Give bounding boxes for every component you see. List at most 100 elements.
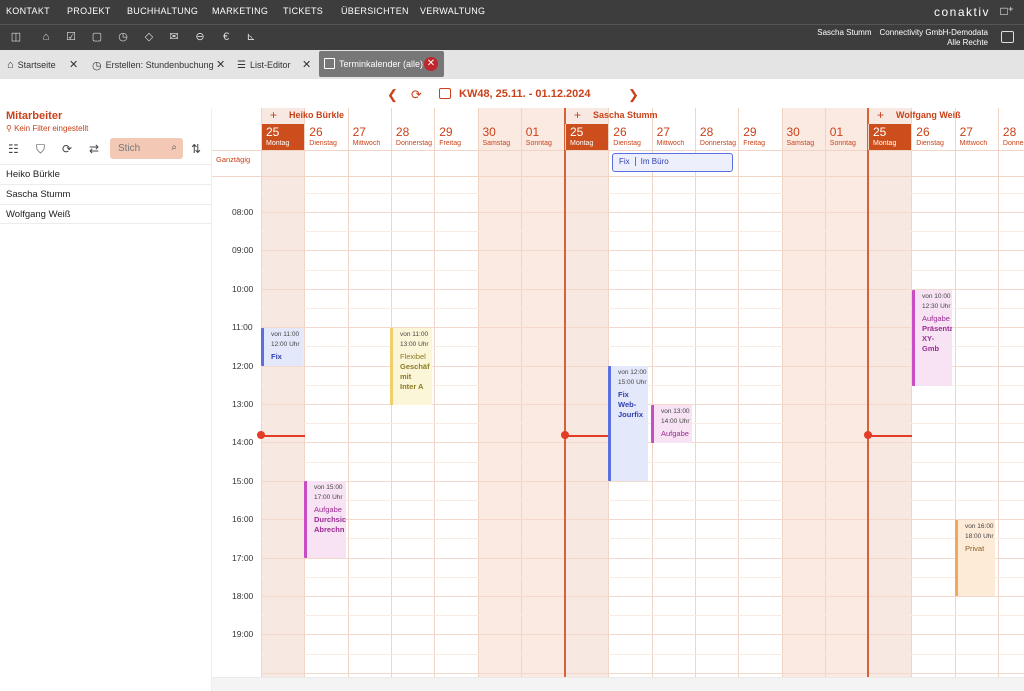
day-header[interactable]: 28Donnerstag [694,124,738,150]
filter-icon[interactable]: ⛉ [36,142,45,157]
weekday-label: Sonntag [525,140,552,147]
day-header[interactable]: 29 Freitag [434,124,477,150]
day-header[interactable]: 30 Samstag [781,124,825,150]
day-header[interactable]: 01 Sonntag [520,124,564,150]
weekday-label: Montag [266,140,290,147]
calendar-event[interactable]: von 11:00 13:00 Uhr Flexibel Geschäf mit… [390,328,432,405]
sort-icon[interactable]: ⇅ [191,142,201,156]
day-number: 29 [439,125,453,139]
day-header[interactable]: 25 Montag [868,124,911,150]
car-icon[interactable]: ⊖ [193,30,207,44]
day-number: 27 [656,125,670,139]
day-header[interactable]: 28Donnerstag [390,124,434,150]
resource-name: Sascha Stumm [593,110,658,120]
event-end: 18:00 Uhr [965,533,994,540]
day-header[interactable]: 25 Montag [565,124,608,150]
swap-icon[interactable]: ⇄ [89,142,99,156]
search-icon[interactable]: ⌕ [171,142,177,153]
tab-startseite[interactable]: ⌂ Startseite [7,53,56,77]
time-label: 16:00 [232,514,254,525]
chart-icon[interactable]: ⊾ [244,30,258,44]
calendar-picker-icon[interactable] [439,88,451,99]
mail-icon[interactable]: ✉ [167,30,181,44]
close-icon[interactable]: ✕ [302,58,311,71]
week-navigation: ❮ ⟳ KW48, 25.11. - 01.12.2024 ❯ [0,80,1024,108]
chevron-left-icon[interactable]: ❮ [387,87,398,103]
nav-kontakt[interactable]: KONTAKT [6,6,50,16]
nav-verwaltung[interactable]: VERWALTUNG [420,6,485,16]
add-event-icon[interactable]: + [877,108,884,122]
nav-uebersichten[interactable]: ÜBERSICHTEN [341,6,409,16]
calendar-event[interactable]: von 10:00 12:30 Uhr Aufgabe Präsenta XY-… [912,290,952,386]
add-event-icon[interactable]: + [574,108,581,122]
notification-icon[interactable]: □⁺ [1000,4,1014,18]
hour-line [261,327,1024,329]
day-header[interactable]: 28Donnerstag [997,124,1024,150]
time-label: 08:00 [232,207,254,217]
resource-divider [564,108,566,678]
day-header[interactable]: 30 Samstag [477,124,521,150]
calendar-event[interactable]: von 13:00 14:00 Uhr Aufgabe [651,405,692,443]
tab-label: Terminkalender (alle) [339,59,424,69]
tab-stundenbuchung[interactable]: ◷ Erstellen: Stundenbuchung [92,53,214,77]
calendar-event[interactable]: von 15:00 17:00 Uhr Aufgabe Durchsic Abr… [304,481,346,558]
weekday-label: Sonntag [829,140,856,147]
close-icon[interactable]: ✕ [216,58,225,71]
list-view-icon[interactable]: ☷ [8,142,19,156]
weekday-label: Donnerstag [1002,140,1024,147]
event-end: 13:00 Uhr [400,341,429,348]
refresh-icon[interactable]: ⟳ [62,142,72,156]
employee-item[interactable]: Sascha Stumm [0,184,212,204]
calendar-event[interactable]: von 12:00 15:00 Uhr Fix Web-Jourfix [608,366,648,481]
weekday-label: Montag [570,140,594,147]
checklist-icon[interactable]: ☑ [64,30,78,44]
event-title: Geschäf mit Inter A [400,362,430,391]
add-event-icon[interactable]: + [270,108,277,122]
allday-event[interactable]: Fix Im Büro [612,153,733,172]
nav-tickets[interactable]: TICKETS [283,6,323,16]
week-label[interactable]: KW48, 25.11. - 01.12.2024 [459,88,590,100]
nav-marketing[interactable]: MARKETING [212,6,268,16]
time-label: 15:00 [232,475,254,486]
document-icon[interactable]: ▢ [90,30,104,44]
hour-line [261,288,1024,290]
sidebar-toggle-icon[interactable]: ◫ [9,30,23,44]
day-header[interactable]: 01 Sonntag [824,124,868,150]
half-hour-line [261,615,1024,617]
day-header[interactable]: 27 Mittwoch [954,124,998,150]
horizontal-scrollbar[interactable] [212,677,1024,691]
tab-list-editor[interactable]: ☰ List-Editor [237,53,290,77]
day-header[interactable]: 27 Mittwoch [651,124,695,150]
filter-status[interactable]: ⚲ Kein Filter eingestellt [6,124,88,133]
half-hour-line [261,269,1024,271]
weekday-label: Dienstag [309,140,337,147]
day-header[interactable]: 25 Montag [261,124,304,150]
calendar-event[interactable]: von 16:00 18:00 Uhr Privat [955,520,995,596]
refresh-icon[interactable]: ⟳ [411,87,422,103]
hour-line [261,634,1024,636]
search-input[interactable] [118,141,163,156]
right-panel-icon[interactable] [1001,31,1014,43]
day-header[interactable]: 26 Dienstag [911,124,954,150]
close-icon[interactable]: ✕ [69,58,78,71]
day-header[interactable]: 27 Mittwoch [347,124,391,150]
day-header[interactable]: 26 Dienstag [608,124,651,150]
nav-projekt[interactable]: PROJEKT [67,6,111,16]
stopwatch-icon[interactable]: ◷ [116,30,130,44]
euro-icon[interactable]: € [219,30,233,44]
chevron-right-icon[interactable]: ❯ [628,87,639,103]
employee-item[interactable]: Wolfgang Weiß [0,204,212,224]
day-header[interactable]: 26 Dienstag [304,124,347,150]
calendar-event[interactable]: von 11:00 12:00 Uhr Fix [261,328,303,366]
user-info[interactable]: Sascha Stumm Connectivity GmbH-Demodata A… [817,28,988,48]
nav-buchhaltung[interactable]: BUCHHALTUNG [127,6,198,16]
hour-line [261,519,1024,521]
event-type: Flexibel [400,352,426,361]
close-icon[interactable]: ✕ [424,57,438,71]
top-navigation: KONTAKT PROJEKT BUCHHALTUNG MARKETING TI… [0,0,1024,24]
day-header[interactable]: 29 Freitag [738,124,781,150]
home-icon[interactable]: ⌂ [39,30,53,44]
tag-icon[interactable]: ◇ [142,30,156,44]
employee-item[interactable]: Heiko Bürkle [0,164,212,184]
event-start: von 16:00 [965,523,994,530]
